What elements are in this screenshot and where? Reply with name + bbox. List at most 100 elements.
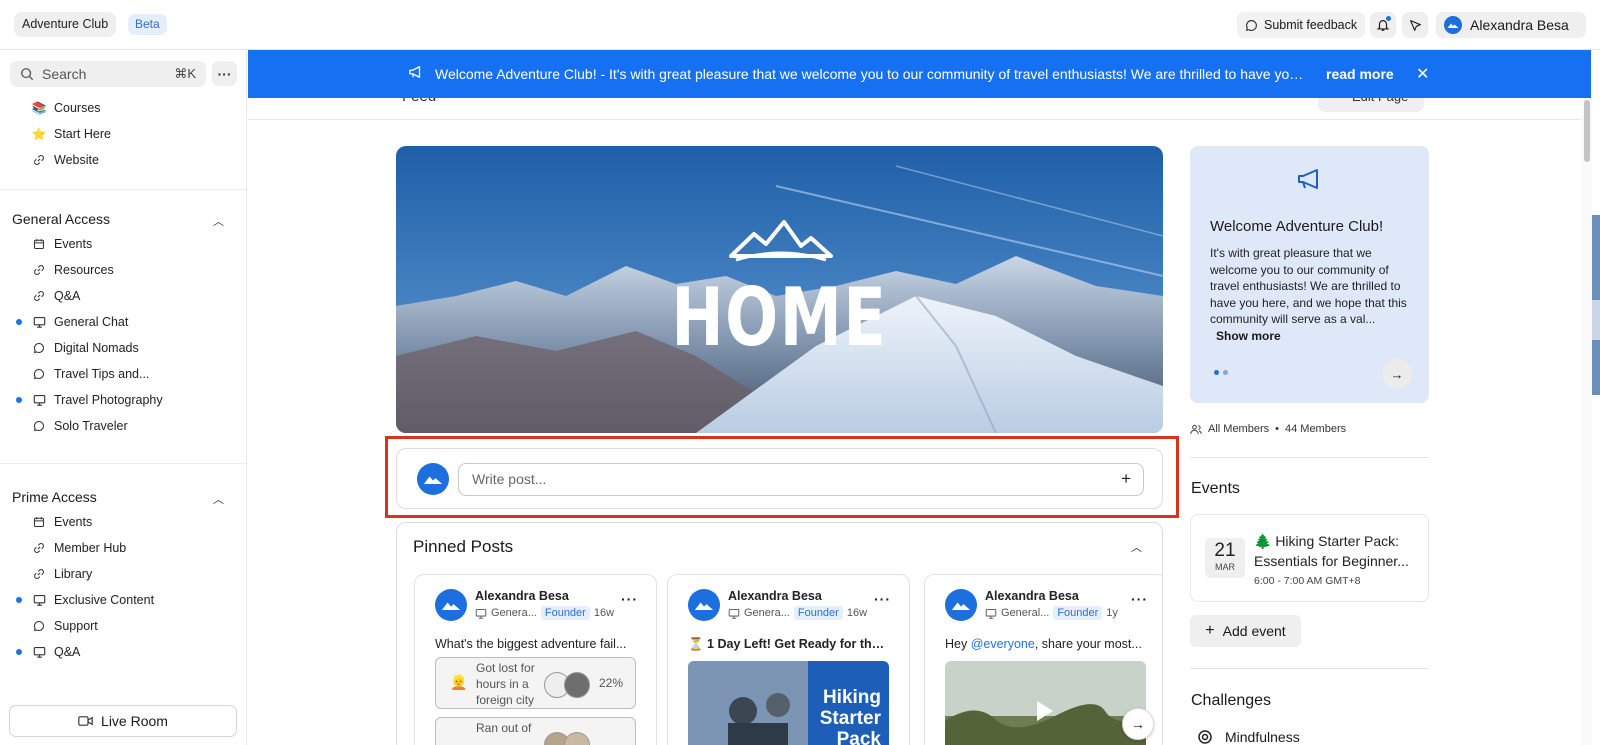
pinned-posts-title: Pinned Posts (413, 537, 514, 556)
highlight-box (385, 436, 1179, 518)
search-input[interactable]: Search ⌘K (10, 61, 206, 87)
monitor-icon (475, 608, 487, 619)
post-body-prefix: Hey (945, 637, 971, 651)
add-event-button[interactable]: + Add event (1190, 615, 1301, 647)
sidebar-item-website[interactable]: Website (32, 149, 99, 171)
welcome-card: Welcome Adventure Club! It's with great … (1190, 146, 1429, 403)
post-options-icon[interactable]: ··· (1131, 591, 1148, 607)
post-image-text: Hiking Starter Pack (819, 687, 881, 745)
event-time: 6:00 - 7:00 AM GMT+8 (1254, 575, 1361, 587)
sidebar-item-library[interactable]: Library (32, 563, 92, 585)
post-card[interactable]: Alexandra Besa Genera... Founder 16w ···… (414, 574, 657, 745)
megaphone-icon (409, 66, 421, 78)
post-meta: Genera... Founder 16w (475, 606, 614, 620)
link-icon (32, 567, 46, 581)
window-edge (1592, 50, 1600, 745)
sidebar-item-label: Travel Photography (54, 393, 163, 407)
event-card[interactable]: 21 MAR 🌲 Hiking Starter Pack: Essentials… (1190, 514, 1429, 602)
sidebar-item-digital-nomads[interactable]: Digital Nomads (32, 337, 139, 359)
arrow-right-icon[interactable]: → (1122, 708, 1154, 740)
bullet-separator: • (1275, 423, 1279, 435)
sidebar-more-button[interactable]: ··· (212, 61, 237, 86)
event-date: 21 MAR (1205, 538, 1245, 578)
sidebar-item-qa[interactable]: Q&A (32, 285, 80, 307)
sidebar-item-exclusive-content[interactable]: Exclusive Content (32, 589, 154, 611)
post-card[interactable]: Alexandra Besa Genera... Founder 16w ···… (667, 574, 910, 745)
chevron-up-icon[interactable]: ︿ (213, 213, 224, 229)
scrollbar[interactable] (1582, 98, 1592, 745)
sidebar-item-label: Solo Traveler (54, 419, 128, 433)
section-general-access[interactable]: General Access (12, 211, 110, 227)
poll-voters (544, 672, 590, 698)
post-meta: Genera... Founder 16w (728, 606, 867, 620)
mention-link[interactable]: @everyone (971, 637, 1035, 651)
sidebar-item-events[interactable]: Events (32, 233, 92, 255)
event-month: MAR (1215, 562, 1235, 572)
sidebar-item-prime-qa[interactable]: Q&A (32, 641, 80, 663)
chevron-up-icon[interactable]: ︿ (213, 491, 224, 507)
post-options-icon[interactable]: ··· (621, 591, 638, 607)
sidebar-item-general-chat[interactable]: General Chat (32, 311, 128, 333)
poll-option-text: Got lost for hours in a foreign city (476, 661, 535, 707)
avatar (564, 732, 590, 745)
link-icon (32, 263, 46, 277)
section-prime-access[interactable]: Prime Access (12, 489, 97, 505)
sidebar-item-travel-photography[interactable]: Travel Photography (32, 389, 163, 411)
events-heading: Events (1191, 480, 1240, 497)
post-body-suffix: , share your most... (1034, 637, 1142, 651)
calendar-icon (32, 515, 46, 529)
notifications-button[interactable] (1370, 12, 1396, 38)
sidebar-item-label: General Chat (54, 315, 129, 329)
chevron-up-icon[interactable]: ︿ (1131, 539, 1142, 555)
user-menu-button[interactable]: Alexandra Besa (1436, 12, 1586, 38)
members-count: 44 Members (1284, 423, 1347, 435)
user-name: Alexandra Besa (1470, 17, 1569, 33)
club-name-button[interactable]: Adventure Club (14, 12, 117, 37)
post-video-thumbnail[interactable] (945, 661, 1146, 745)
scrollbar-thumb[interactable] (1584, 100, 1590, 162)
sidebar-item-solo-traveler[interactable]: Solo Traveler (32, 415, 128, 437)
founder-badge: Founder (540, 606, 590, 620)
avatar (945, 589, 977, 621)
members-info[interactable]: All Members • 44 Members (1190, 423, 1346, 435)
poll-option[interactable]: Ran out of (435, 717, 636, 745)
sidebar-item-member-hub[interactable]: Member Hub (32, 537, 126, 559)
sidebar-item-prime-events[interactable]: Events (32, 511, 92, 533)
close-icon[interactable]: ✕ (1416, 64, 1429, 84)
live-room-label: Live Room (101, 713, 168, 729)
post-options-icon[interactable]: ··· (874, 591, 891, 607)
post-body: Hey @everyone, share your most... (945, 637, 1145, 651)
sidebar-item-travel-tips[interactable]: Travel Tips and... (32, 363, 149, 385)
challenge-item[interactable]: Mindfulness (1197, 729, 1300, 745)
banner-read-more-link[interactable]: read more (1326, 66, 1394, 82)
all-members-label: All Members (1208, 423, 1270, 435)
poll-percent: 22% (598, 676, 623, 690)
sidebar-item-resources[interactable]: Resources (32, 259, 114, 281)
mountain-logo-icon (1447, 23, 1459, 28)
send-button[interactable] (1402, 12, 1428, 38)
chat-icon (32, 619, 46, 633)
sidebar-item-label: Support (54, 619, 98, 633)
sidebar-divider (0, 189, 247, 190)
plus-icon: + (1205, 622, 1215, 639)
poll-option[interactable]: 👱 Got lost for hours in a foreign city 2… (435, 657, 636, 709)
live-room-button[interactable]: Live Room (9, 705, 237, 737)
sidebar-item-courses[interactable]: 📚 Courses (32, 97, 101, 119)
sidebar-item-label: Resources (54, 263, 114, 277)
unread-dot (16, 397, 22, 403)
show-more-link[interactable]: Show more (1216, 329, 1281, 343)
post-age: 16w (593, 607, 615, 619)
sidebar-item-label: Q&A (54, 645, 81, 659)
announcement-banner: Welcome Adventure Club! - It's with grea… (248, 50, 1591, 98)
sidebar-item-label: Digital Nomads (54, 341, 139, 355)
post-space: General... (1001, 607, 1050, 619)
cursor-icon (1409, 19, 1421, 31)
monitor-icon (32, 393, 46, 407)
beta-badge: Beta (128, 14, 167, 35)
submit-feedback-button[interactable]: Submit feedback (1237, 12, 1366, 38)
arrow-right-icon[interactable]: → (1382, 359, 1412, 389)
challenges-heading: Challenges (1191, 692, 1272, 709)
sidebar-item-start-here[interactable]: ⭐ Start Here (32, 123, 111, 145)
sidebar-item-support[interactable]: Support (32, 615, 98, 637)
search-icon (21, 68, 34, 81)
